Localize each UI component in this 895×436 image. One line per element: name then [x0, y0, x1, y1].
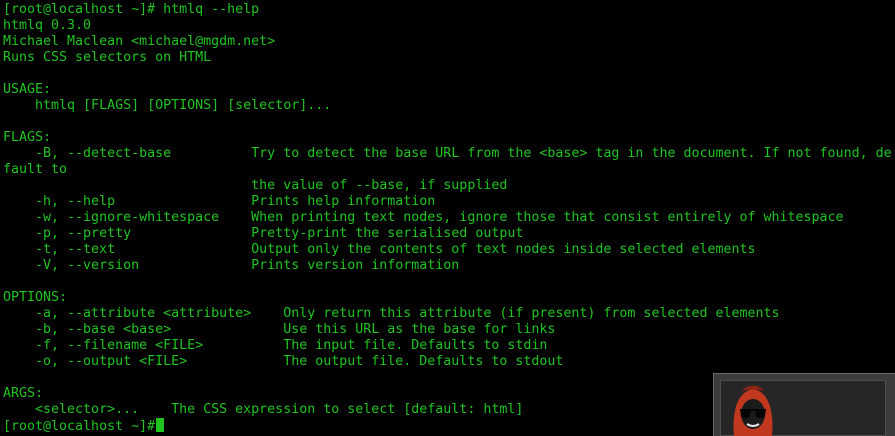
- option-attribute: -a, --attribute <attribute> Only return …: [3, 306, 780, 321]
- command-line: [root@localhost ~]# htmlq --help: [3, 2, 260, 17]
- flag-help: -h, --help Prints help information: [3, 194, 436, 209]
- prompt-text: [root@localhost ~]#: [3, 419, 156, 434]
- thumbnail-screen: [720, 380, 886, 436]
- author-line: Michael Maclean <michael@mgdm.net>: [3, 34, 276, 49]
- option-base: -b, --base <base> Use this URL as the ba…: [3, 322, 556, 337]
- sunglasses-avatar-icon: [733, 385, 773, 436]
- flags-heading: FLAGS:: [3, 130, 52, 145]
- options-heading: OPTIONS:: [3, 290, 68, 305]
- usage-line: htmlq [FLAGS] [OPTIONS] [selector]...: [3, 98, 332, 113]
- flag-continuation: the value of --base, if supplied: [3, 178, 508, 193]
- flag-version: -V, --version Prints version information: [3, 258, 460, 273]
- flag-wrap-line: fault to: [3, 162, 68, 177]
- usage-heading: USAGE:: [3, 82, 52, 97]
- terminal-window[interactable]: [root@localhost ~]# htmlq --help htmlq 0…: [0, 0, 895, 436]
- description-line: Runs CSS selectors on HTML: [3, 50, 212, 65]
- flag-text: -t, --text Output only the contents of t…: [3, 242, 756, 257]
- prompt-line[interactable]: [root@localhost ~]#: [3, 418, 165, 434]
- floating-preview-thumbnail[interactable]: [713, 373, 895, 436]
- option-output: -o, --output <FILE> The output file. Def…: [3, 354, 564, 369]
- version-line: htmlq 0.3.0: [3, 18, 92, 33]
- flag-detect-base: -B, --detect-base Try to detect the base…: [3, 146, 892, 161]
- args-heading: ARGS:: [3, 386, 44, 401]
- flag-pretty: -p, --pretty Pretty-print the serialised…: [3, 226, 524, 241]
- flag-ignore-whitespace: -w, --ignore-whitespace When printing te…: [3, 210, 844, 225]
- option-filename: -f, --filename <FILE> The input file. De…: [3, 338, 548, 353]
- text-cursor: [156, 418, 165, 432]
- arg-selector: <selector>... The CSS expression to sele…: [3, 402, 524, 417]
